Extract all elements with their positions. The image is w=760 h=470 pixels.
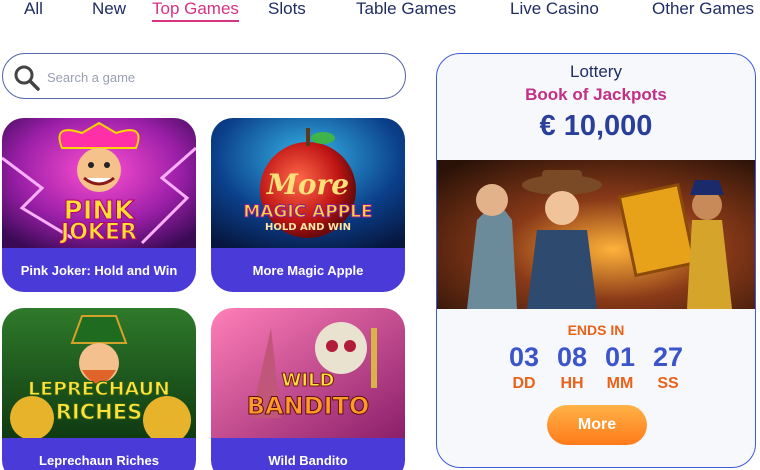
book-of-jackpots-banner <box>437 160 755 309</box>
game-title: More Magic Apple <box>211 248 405 292</box>
wild-bandito-logo-line1: WILD <box>281 370 335 392</box>
tab-other-games[interactable]: Other Games <box>652 0 754 18</box>
countdown-seconds-value: 27 <box>652 342 684 372</box>
magic-apple-logo-line2: MAGIC APPLE <box>243 202 373 223</box>
tab-slots[interactable]: Slots <box>268 0 306 18</box>
tab-all[interactable]: All <box>24 0 43 18</box>
game-title: Leprechaun Riches <box>2 438 196 470</box>
magic-apple-logo-line1: More <box>266 168 350 201</box>
countdown-hours-value: 08 <box>556 342 588 372</box>
countdown-minutes-unit: MM <box>606 375 634 392</box>
game-card-more-magic-apple[interactable]: More MAGIC APPLE HOLD AND WIN More Magic… <box>211 118 405 292</box>
game-card-wild-bandito[interactable]: WILD BANDITO Wild Bandito <box>211 308 405 470</box>
lottery-label: Lottery <box>570 62 622 81</box>
countdown-timer: 03 DD 08 HH 01 MM 27 SS <box>437 341 755 395</box>
tab-top-games[interactable]: Top Games <box>152 0 239 22</box>
pink-joker-logo-line2: JOKER <box>61 220 138 246</box>
magic-apple-logo-line3: HOLD AND WIN <box>264 222 352 233</box>
tab-table-games[interactable]: Table Games <box>356 0 456 18</box>
tab-live-casino[interactable]: Live Casino <box>510 0 599 18</box>
search-icon[interactable] <box>13 64 41 92</box>
countdown-minutes: 01 MM <box>603 341 637 395</box>
search-bar <box>2 53 406 99</box>
countdown-minutes-value: 01 <box>604 342 636 372</box>
lottery-panel: Lottery Book of Jackpots € 10,000 ENDS I… <box>436 53 756 468</box>
countdown-days-value: 03 <box>508 342 540 372</box>
tab-new[interactable]: New <box>92 0 126 18</box>
ends-in-label: ENDS IN <box>567 322 625 338</box>
lottery-name[interactable]: Book of Jackpots <box>437 85 755 105</box>
game-title: Pink Joker: Hold and Win <box>2 248 196 292</box>
game-card-leprechaun-riches[interactable]: LEPRECHAUN RICHES Leprechaun Riches <box>2 308 196 470</box>
more-button[interactable]: More <box>547 405 647 445</box>
lottery-prize: € 10,000 <box>539 110 653 142</box>
countdown-seconds: 27 SS <box>651 341 685 395</box>
game-title: Wild Bandito <box>211 438 405 470</box>
wild-bandito-logo-line2: BANDITO <box>246 392 370 421</box>
countdown-hours: 08 HH <box>555 341 589 395</box>
countdown-days: 03 DD <box>507 341 541 395</box>
countdown-days-unit: DD <box>512 375 536 392</box>
countdown-seconds-unit: SS <box>657 375 679 392</box>
search-input[interactable] <box>47 64 387 90</box>
countdown-hours-unit: HH <box>560 375 584 392</box>
leprechaun-logo-line1: LEPRECHAUN <box>28 378 171 401</box>
game-category-tabs: All New Top Games Slots Table Games Live… <box>0 0 760 24</box>
game-card-pink-joker[interactable]: PINK JOKER Pink Joker: Hold and Win <box>2 118 196 292</box>
leprechaun-logo-line2: RICHES <box>55 400 143 425</box>
